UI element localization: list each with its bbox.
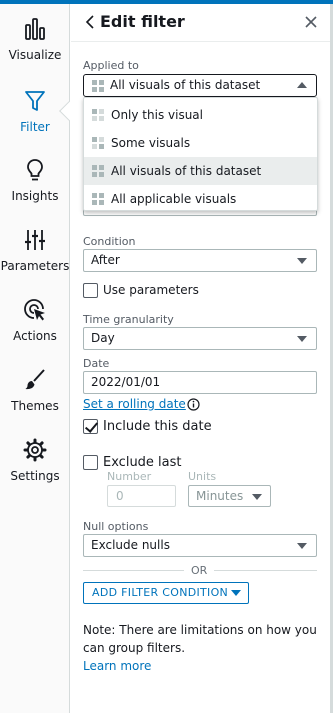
- units-label: Units: [188, 470, 217, 483]
- option-label: Some visuals: [111, 136, 191, 150]
- null-options-value: Exclude nulls: [91, 538, 170, 552]
- rail-item-insights[interactable]: Insights: [0, 157, 70, 217]
- units-select[interactable]: Minutes: [188, 485, 271, 507]
- chevron-down-icon: [297, 336, 307, 342]
- applied-to-dropdown: Only this visual Some visuals All visual…: [83, 97, 318, 211]
- info-icon[interactable]: [187, 398, 200, 411]
- panel-title: Edit filter: [100, 12, 185, 31]
- rail-label-parameters: Parameters: [0, 259, 70, 273]
- include-date-row[interactable]: Include this date: [83, 417, 212, 435]
- include-date-label: Include this date: [103, 418, 212, 434]
- funnel-icon: [25, 91, 45, 111]
- rail-item-filter[interactable]: Filter: [0, 88, 70, 148]
- grid-icon: [92, 137, 104, 149]
- add-filter-condition-button[interactable]: ADD FILTER CONDITION: [83, 582, 249, 604]
- applied-to-label: Applied to: [83, 59, 139, 72]
- rail-item-actions[interactable]: Actions: [0, 297, 70, 357]
- chevron-down-icon: [297, 258, 307, 264]
- rail-item-settings[interactable]: Settings: [0, 437, 70, 497]
- set-rolling-date-link[interactable]: Set a rolling date: [83, 397, 186, 411]
- learn-more-link[interactable]: Learn more: [83, 659, 151, 673]
- rail-label-visualize: Visualize: [8, 48, 62, 62]
- exclude-last-row[interactable]: Exclude last: [83, 453, 182, 471]
- chevron-left-icon[interactable]: [83, 14, 97, 30]
- rail-label-settings: Settings: [10, 469, 60, 483]
- exclude-last-label: Exclude last: [103, 454, 182, 470]
- rail-label-actions: Actions: [13, 329, 57, 343]
- sliders-icon: [25, 230, 45, 250]
- rail-item-themes[interactable]: Themes: [0, 367, 70, 427]
- cursor-target-icon: [24, 299, 45, 321]
- grid-icon: [92, 80, 104, 92]
- option-some-visuals[interactable]: Some visuals: [84, 129, 317, 157]
- date-label: Date: [83, 357, 110, 370]
- chevron-down-icon: [252, 494, 262, 500]
- condition-select[interactable]: After: [83, 249, 317, 272]
- brush-icon: [25, 369, 45, 390]
- edit-filter-panel: Edit filter Applied to All visuals of th…: [71, 4, 330, 713]
- caret-down-icon: [231, 590, 241, 596]
- applied-to-value: All visuals of this dataset: [110, 78, 261, 92]
- exclude-last-checkbox[interactable]: [83, 454, 98, 470]
- option-label: Only this visual: [111, 108, 203, 122]
- option-all-applicable-visuals[interactable]: All applicable visuals: [84, 185, 317, 213]
- date-input[interactable]: 2022/01/01: [83, 371, 317, 394]
- option-only-this-visual[interactable]: Only this visual: [84, 101, 317, 129]
- grid-icon: [92, 109, 104, 121]
- bar-chart-icon: [25, 18, 45, 40]
- time-granularity-value: Day: [91, 331, 115, 345]
- use-parameters-row[interactable]: Use parameters: [83, 281, 199, 299]
- number-label: Number: [107, 470, 152, 483]
- number-input[interactable]: 0: [107, 485, 176, 507]
- divider-right: [214, 570, 317, 571]
- rail-item-visualize[interactable]: Visualize: [0, 16, 70, 76]
- null-options-label: Null options: [83, 520, 149, 533]
- grid-icon: [92, 193, 104, 205]
- grid-icon: [92, 165, 104, 177]
- or-divider-text: OR: [191, 564, 208, 577]
- gear-icon: [23, 438, 47, 462]
- rail-label-insights: Insights: [11, 189, 59, 203]
- time-granularity-select[interactable]: Day: [83, 327, 317, 350]
- note-text: Note: There are limitations on how you c…: [83, 623, 317, 655]
- add-filter-condition-label: ADD FILTER CONDITION: [92, 586, 229, 599]
- option-label: All applicable visuals: [111, 192, 237, 206]
- lightbulb-icon: [27, 159, 43, 181]
- condition-value: After: [91, 253, 120, 267]
- null-options-select[interactable]: Exclude nulls: [83, 534, 317, 557]
- option-all-visuals-of-this-dataset[interactable]: All visuals of this dataset: [84, 157, 317, 185]
- group-filters-note: Note: There are limitations on how you c…: [83, 621, 319, 675]
- panel-header: Edit filter: [71, 4, 330, 42]
- use-parameters-checkbox[interactable]: [83, 282, 98, 298]
- include-date-checkbox[interactable]: [83, 418, 98, 434]
- use-parameters-label: Use parameters: [103, 283, 199, 297]
- rail-label-themes: Themes: [11, 399, 59, 413]
- rail-item-parameters[interactable]: Parameters: [0, 227, 70, 287]
- chevron-down-icon: [297, 543, 307, 549]
- units-value: Minutes: [196, 489, 244, 503]
- time-granularity-label: Time granularity: [83, 313, 174, 326]
- condition-label: Condition: [83, 235, 136, 248]
- caret-up-icon: [297, 82, 307, 88]
- divider-left: [83, 570, 184, 571]
- rail-label-filter: Filter: [20, 120, 50, 134]
- option-label: All visuals of this dataset: [111, 164, 262, 178]
- close-icon[interactable]: [304, 15, 318, 29]
- applied-to-select[interactable]: All visuals of this dataset: [83, 74, 317, 97]
